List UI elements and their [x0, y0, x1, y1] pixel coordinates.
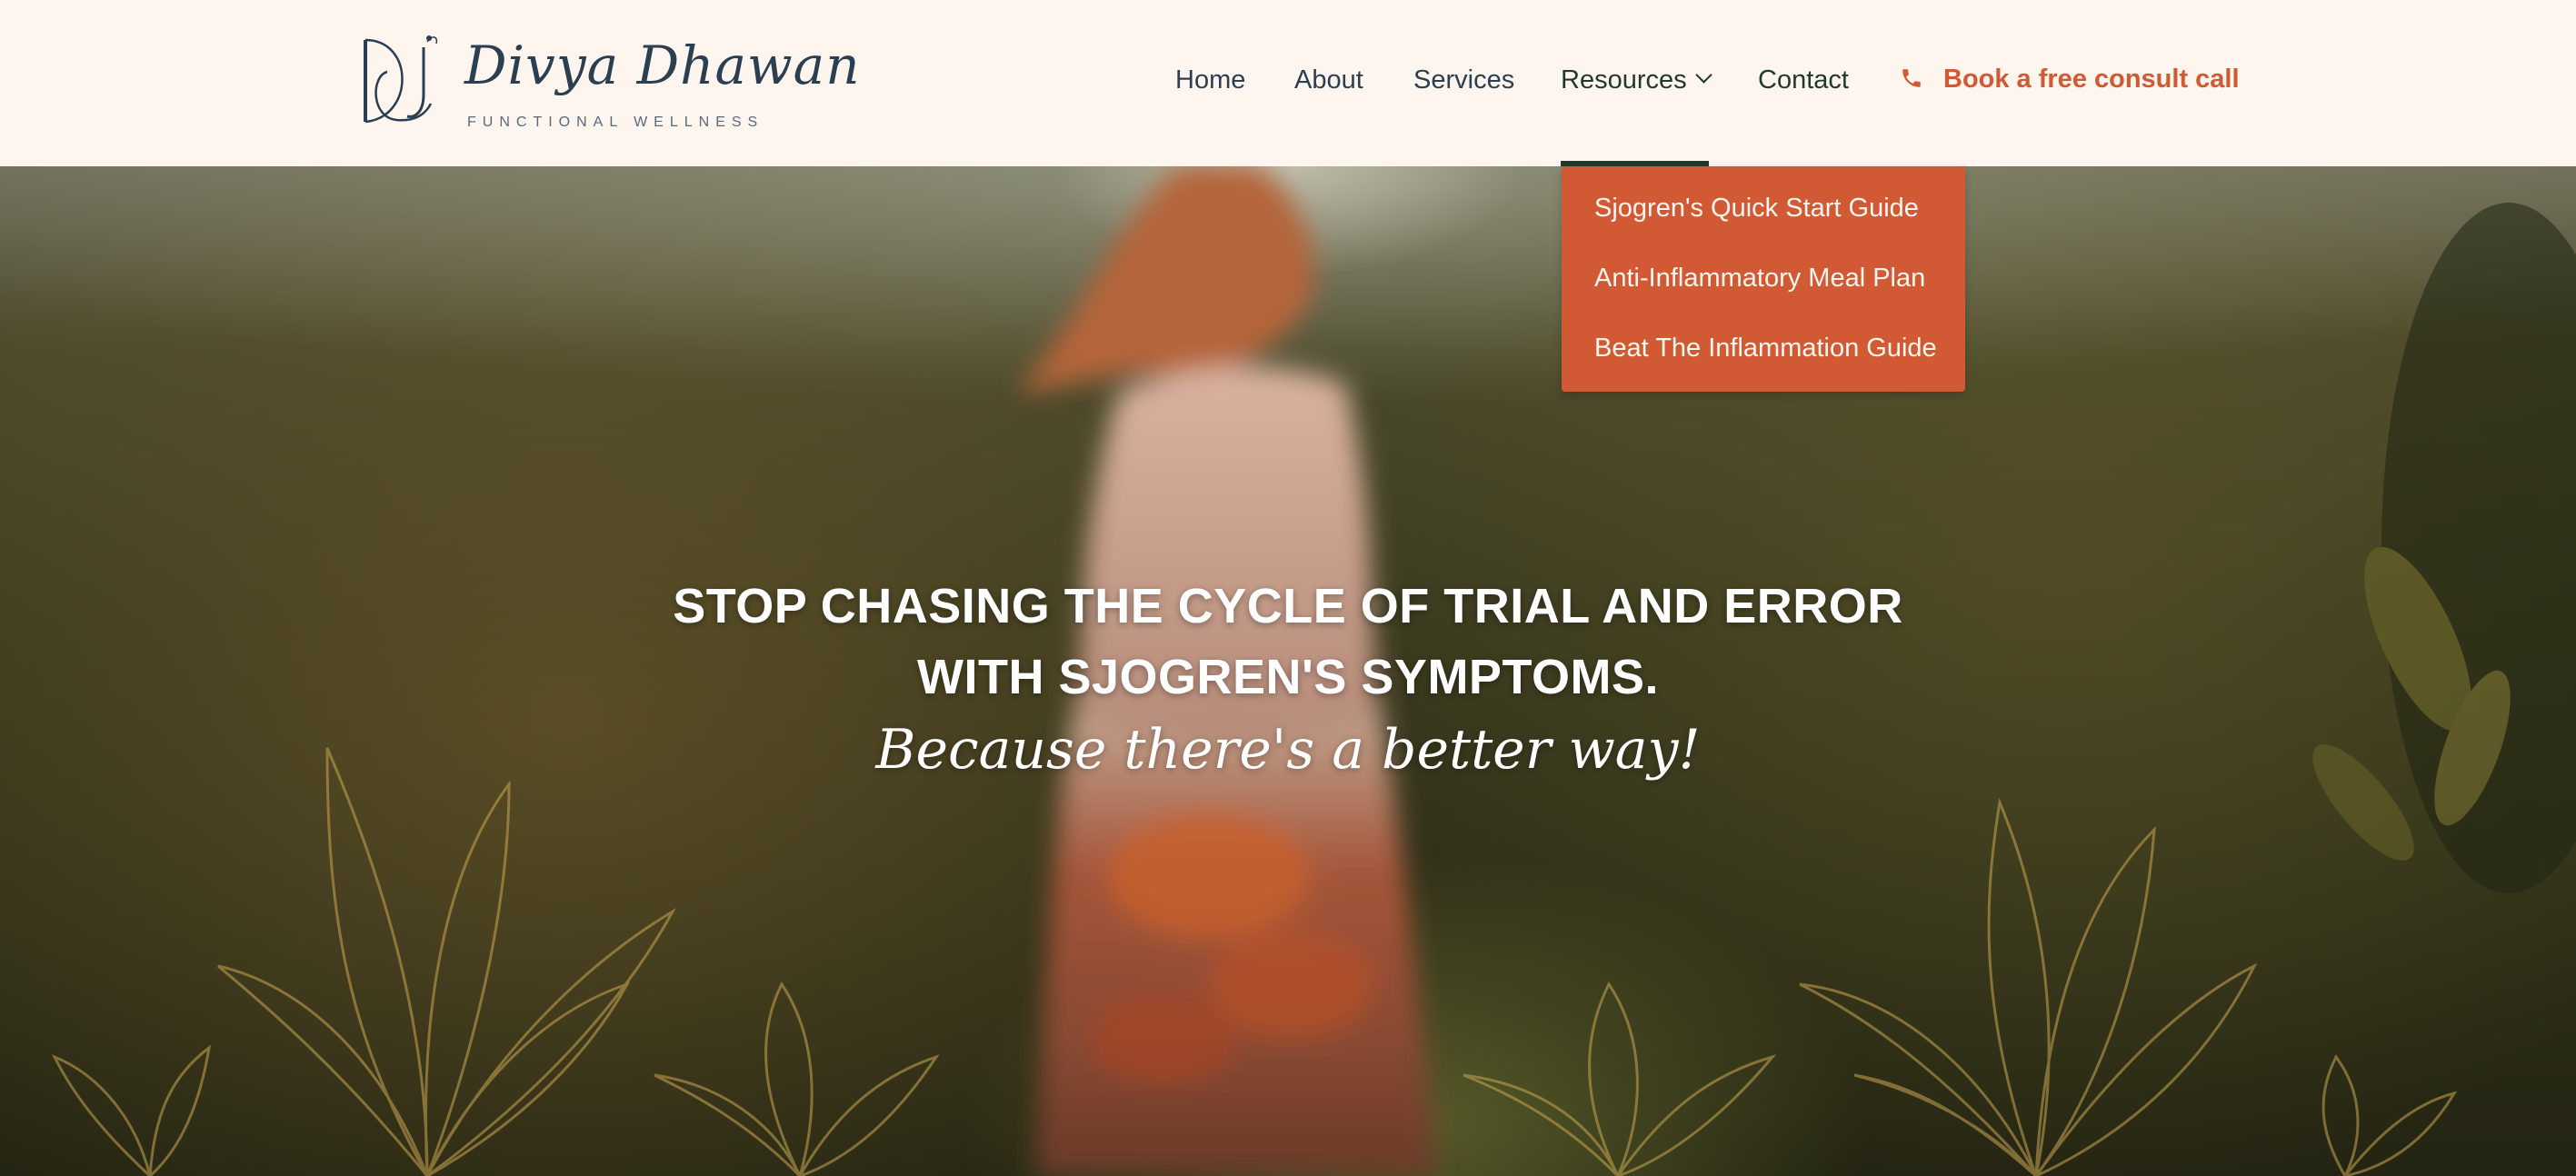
chevron-down-icon: [1694, 66, 1712, 84]
nav-item-services[interactable]: Services: [1413, 64, 1514, 100]
nav-item-about[interactable]: About: [1294, 64, 1363, 100]
nav-item-resources[interactable]: Resources: [1561, 64, 1712, 100]
hero-headline-line-2: WITH SJOGREN'S SYMPTOMS.: [917, 650, 1659, 704]
site-header: Divya Dhawan FUNCTIONAL WELLNESS Home Ab…: [0, 0, 2576, 166]
brand-tagline: FUNCTIONAL WELLNESS: [467, 115, 764, 130]
site-logo[interactable]: Divya Dhawan FUNCTIONAL WELLNESS: [360, 31, 860, 135]
hero-subline: Because there's a better way!: [875, 718, 1701, 782]
resources-dropdown-menu: Sjogren's Quick Start Guide Anti-Inflamm…: [1562, 166, 1965, 392]
book-consult-button[interactable]: Book a free consult call: [1900, 62, 2240, 98]
dropdown-item-inflammation-guide[interactable]: Beat The Inflammation Guide: [1594, 334, 1937, 364]
dd-monogram-icon: [364, 35, 438, 124]
phone-icon: [1902, 69, 1921, 87]
hero-headline-line-1: STOP CHASING THE CYCLE OF TRIAL AND ERRO…: [673, 579, 1903, 633]
brand-name: Divya Dhawan: [464, 35, 861, 96]
book-consult-label: Book a free consult call: [1943, 65, 2240, 94]
nav-item-resources-label: Resources: [1561, 65, 1687, 95]
dropdown-item-meal-plan[interactable]: Anti-Inflammatory Meal Plan: [1594, 264, 1925, 294]
nav-item-home[interactable]: Home: [1175, 64, 1245, 100]
dropdown-item-quick-start-guide[interactable]: Sjogren's Quick Start Guide: [1594, 194, 1919, 224]
hero-section: STOP CHASING THE CYCLE OF TRIAL AND ERRO…: [0, 166, 2576, 1176]
nav-item-contact[interactable]: Contact: [1758, 64, 1849, 100]
